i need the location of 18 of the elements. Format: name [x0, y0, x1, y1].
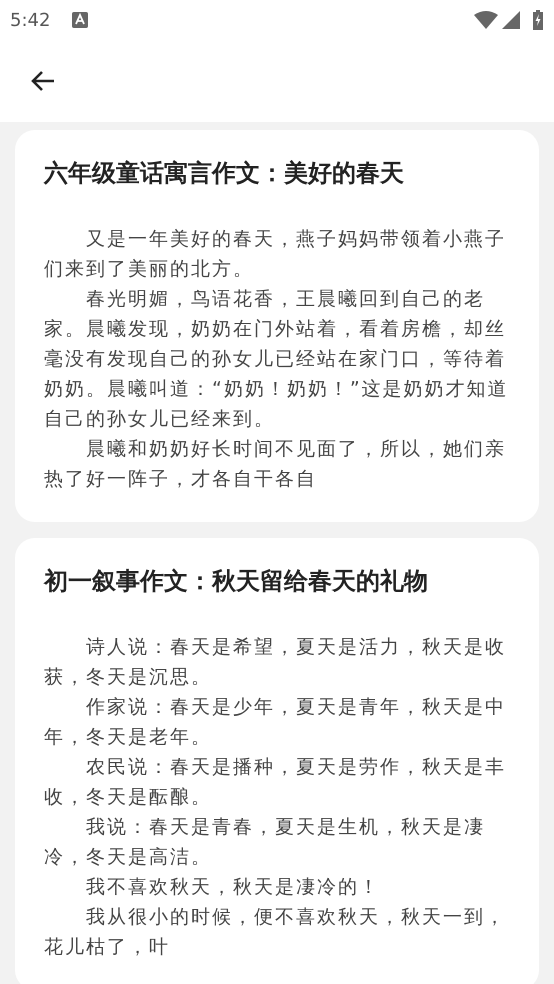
article-paragraph: 春光明媚，鸟语花香，王晨曦回到自己的老家。晨曦发现，奶奶在门外站着，看着房檐，却丝毫没有发现自己的孙女儿已经站在家门口，等待着奶奶。晨曦叫道：“奶奶！奶奶！”这是奶奶才知道自己的孙女儿已经来到。	[44, 287, 510, 432]
article-paragraph: 我说：春天是青春，夏天是生机，秋天是凄冷，冬天是高洁。	[44, 815, 486, 870]
signal-icon	[502, 11, 520, 29]
wifi-icon	[474, 11, 498, 29]
article-paragraph: 晨曦和奶奶好长时间不见面了，所以，她们亲热了好一阵子，才各自干各自	[44, 437, 507, 492]
article-paragraph: 作家说：春天是少年，夏天是青年，秋天是中年，冬天是老年。	[44, 695, 507, 750]
article-title: 六年级童话寓言作文：美好的春天	[44, 158, 405, 189]
article-paragraph: 农民说：春天是播种，夏天是劳作，秋天是丰收，冬天是酝酿。	[44, 755, 507, 810]
article-title: 初一叙事作文：秋天留给春天的礼物	[44, 566, 429, 597]
article-paragraph: 诗人说：春天是希望，夏天是活力，秋天是收获，冬天是沉思。	[44, 635, 507, 690]
battery-icon	[532, 10, 544, 30]
article-card[interactable]: 六年级童话寓言作文：美好的春天 又是一年美好的春天，燕子妈妈带领着小燕子们来到了美丽的北方。 春光明媚，鸟语花香，王晨曦回到自己的老家。晨曦发现，奶奶在门外站着，看着房檐，却丝毫没有发现自己的孙女儿已经站在家门口，等待着奶奶。晨曦叫道：“奶奶！奶奶！”这是奶奶才知道自己的孙女儿已经来到。 晨曦和奶奶好长时间不见面了，所以，她们亲热了好一阵子，才各自干各自	[15, 130, 539, 522]
article-paragraph: 我不喜欢秋天，秋天是凄冷的！	[85, 875, 381, 900]
status-time: 5:42	[10, 8, 50, 32]
article-paragraph: 我从很小的时候，便不喜欢秋天，秋天一到，花儿枯了，叶	[44, 905, 507, 960]
article-card[interactable]: 初一叙事作文：秋天留给春天的礼物 诗人说：春天是希望，夏天是活力，秋天是收获，冬天是沉思。 作家说：春天是少年，夏天是青年，秋天是中年，冬天是老年。 农民说：春天是播种，夏天是劳作，秋天是丰收，冬天是酝酿。 我说：春天是青春，夏天是生机，秋天是凄冷，冬天是高洁。 我不喜欢秋天，秋天是凄冷的！ 我从很小的时候，便不喜欢秋天，秋天一到，花儿枯了，叶	[15, 538, 539, 984]
article-paragraph: 又是一年美好的春天，燕子妈妈带领着小燕子们来到了美丽的北方。	[44, 227, 507, 282]
keyboard-notification-icon	[72, 12, 88, 28]
